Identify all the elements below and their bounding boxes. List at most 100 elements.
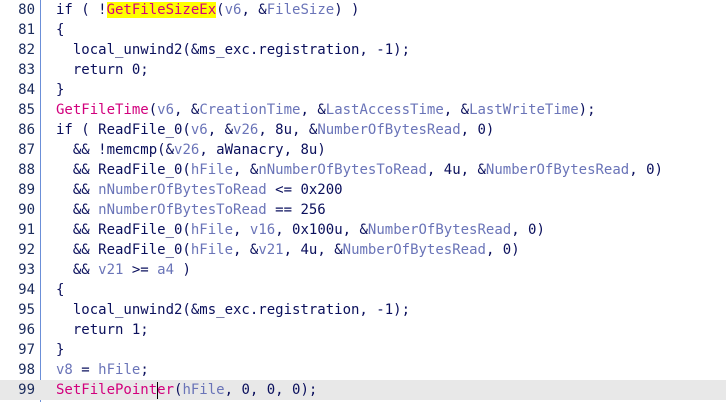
- code-text: && !memcmp(&v26, aWanacry, 8u): [56, 140, 326, 160]
- code-line[interactable]: 99 SetFilePointer(hFile, 0, 0, 0);: [0, 380, 726, 400]
- code-text: if ( !GetFileSizeEx(v6, &FileSize) ): [56, 0, 359, 20]
- code-line[interactable]: 86 if ( ReadFile_0(v6, &v26, 8u, &NumberO…: [0, 120, 726, 140]
- code-token: v21: [98, 262, 124, 278]
- line-number: 86: [18, 122, 35, 138]
- code-line[interactable]: 92 && ReadFile_0(hFile, &v21, 4u, &Numbe…: [0, 240, 726, 260]
- code-text: && ReadFile_0(hFile, &nNumberOfBytesToRe…: [56, 160, 663, 180]
- code-token: && ReadFile_0(: [72, 242, 191, 258]
- line-number: 93: [18, 262, 35, 278]
- code-token: return 0;: [72, 62, 149, 78]
- code-token: ,: [233, 222, 250, 238]
- code-line[interactable]: 96 return 1;: [0, 320, 726, 340]
- line-number: 97: [18, 342, 35, 358]
- code-token: hFile: [182, 382, 225, 398]
- code-editor[interactable]: 80 if ( !GetFileSizeEx(v6, &FileSize) ) 81…: [0, 0, 726, 402]
- code-text: return 0;: [56, 60, 149, 80]
- code-line[interactable]: 83 return 0;: [0, 60, 726, 80]
- code-token: (: [148, 102, 158, 118]
- code-line[interactable]: 80 if ( !GetFileSizeEx(v6, &FileSize) ): [0, 0, 726, 20]
- code-line[interactable]: 97}: [0, 340, 726, 360]
- text-caret: [157, 382, 159, 399]
- code-token: v26: [233, 122, 259, 138]
- code-token: local_unwind2(&ms_exc.registration, -1);: [72, 42, 411, 58]
- line-number: 81: [18, 22, 35, 38]
- code-line[interactable]: 90 && nNumberOfBytesToRead == 256: [0, 200, 726, 220]
- line-number: 83: [18, 62, 35, 78]
- code-token: <= 0x200: [266, 182, 343, 198]
- code-token: LastWriteTime: [469, 102, 579, 118]
- code-token: nNumberOfBytesToRead: [98, 182, 267, 198]
- code-token: hFile: [98, 362, 141, 378]
- code-token: , 0): [629, 162, 663, 178]
- code-line[interactable]: 88 && ReadFile_0(hFile, &nNumberOfBytesT…: [0, 160, 726, 180]
- code-token: v21: [258, 242, 284, 258]
- line-number: 95: [18, 302, 35, 318]
- code-line[interactable]: 98 v8 = hFile;: [0, 360, 726, 380]
- code-line[interactable]: 94 {: [0, 280, 726, 300]
- line-number: 80: [18, 2, 35, 18]
- code-token: NumberOfBytesRead: [485, 162, 630, 178]
- code-token: , &: [207, 122, 234, 138]
- code-token: ;: [140, 362, 149, 378]
- line-number: 82: [18, 42, 35, 58]
- code-token: v6: [190, 122, 208, 138]
- code-text: {: [56, 280, 64, 300]
- line-number: 91: [18, 222, 35, 238]
- code-text: local_unwind2(&ms_exc.registration, -1);: [56, 40, 410, 60]
- code-token: LastAccessTime: [325, 102, 444, 118]
- code-token: return 1;: [72, 322, 149, 338]
- code-token: , aWanacry, 8u): [199, 142, 326, 158]
- code-token: , 0): [460, 122, 495, 138]
- code-line[interactable]: 81 {: [0, 20, 726, 40]
- code-text: && ReadFile_0(hFile, &v21, 4u, &NumberOf…: [56, 240, 520, 260]
- code-token: );: [578, 102, 596, 118]
- code-token: GetFileTime: [56, 102, 149, 118]
- code-line[interactable]: 93 && v21 >= a4 ): [0, 260, 726, 280]
- code-line[interactable]: 95 local_unwind2(&ms_exc.registration, -…: [0, 300, 726, 320]
- code-token: CreationTime: [199, 102, 301, 118]
- code-text: && ReadFile_0(hFile, v16, 0x100u, &Numbe…: [56, 220, 545, 240]
- code-text: return 1;: [56, 320, 149, 340]
- code-line[interactable]: 85 GetFileTime(v6, &CreationTime, &LastAc…: [0, 100, 726, 120]
- code-line[interactable]: 84}: [0, 80, 726, 100]
- code-token: , &: [443, 102, 470, 118]
- code-token: nNumberOfBytesToRead: [258, 162, 427, 178]
- code-text: && v21 >= a4 ): [56, 260, 191, 280]
- line-number: 84: [18, 82, 35, 98]
- code-token: NumberOfBytesRead: [367, 222, 512, 238]
- code-token: hFile: [190, 222, 234, 238]
- line-number: 90: [18, 202, 35, 218]
- code-line[interactable]: 91 && ReadFile_0(hFile, v16, 0x100u, &Nu…: [0, 220, 726, 240]
- code-token: =: [72, 362, 99, 378]
- code-text: SetFilePointer(hFile, 0, 0, 0);: [56, 380, 317, 400]
- code-token: }: [56, 82, 65, 98]
- code-token: &&: [72, 262, 99, 278]
- line-number: 96: [18, 322, 35, 338]
- code-token: ) ): [334, 2, 360, 18]
- code-token: , &: [174, 102, 200, 118]
- code-text: {: [56, 20, 64, 40]
- code-token: local_unwind2(&ms_exc.registration, -1);: [72, 302, 411, 318]
- code-token: , 4u, &: [426, 162, 486, 178]
- code-token: if ( !: [56, 2, 107, 18]
- code-line[interactable]: 89 && nNumberOfBytesToRead <= 0x200: [0, 180, 726, 200]
- code-token: , &: [233, 242, 259, 258]
- line-number: 98: [18, 362, 35, 378]
- code-token: &&: [72, 202, 99, 218]
- code-token: a4: [157, 262, 175, 278]
- code-text: }: [56, 80, 64, 100]
- code-token: , &: [233, 162, 259, 178]
- code-text: }: [56, 340, 64, 360]
- code-line[interactable]: 82 local_unwind2(&ms_exc.registration, -…: [0, 40, 726, 60]
- code-token: && ReadFile_0(: [72, 162, 191, 178]
- code-line[interactable]: 87 && !memcmp(&v26, aWanacry, 8u): [0, 140, 726, 160]
- code-token: && ReadFile_0(: [72, 222, 191, 238]
- code-token: v6: [157, 102, 175, 118]
- line-number: 87: [18, 142, 35, 158]
